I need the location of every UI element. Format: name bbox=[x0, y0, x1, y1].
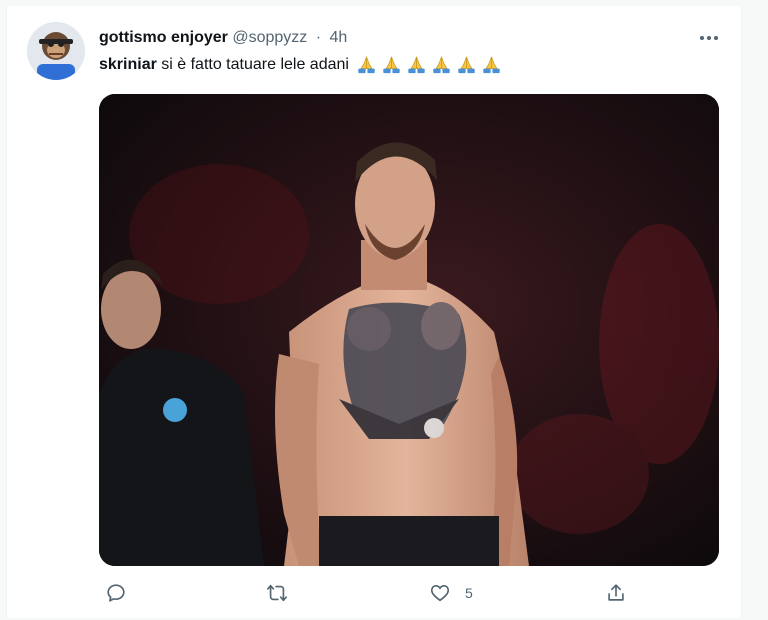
display-name[interactable]: gottismo enjoyer bbox=[99, 29, 228, 46]
emoji-row bbox=[355, 55, 505, 75]
user-handle[interactable]: @soppyzz bbox=[232, 29, 307, 46]
share-button[interactable] bbox=[605, 576, 627, 610]
tweet-text: skriniar si è fatto tatuare lele adani bbox=[99, 54, 505, 76]
dot-icon bbox=[700, 36, 704, 40]
avatar[interactable] bbox=[27, 22, 85, 80]
retweet-button[interactable] bbox=[265, 576, 289, 610]
folded-hands-icon bbox=[483, 56, 500, 74]
dot-icon bbox=[707, 36, 711, 40]
folded-hands-icon bbox=[433, 56, 450, 74]
tweet-photo[interactable] bbox=[99, 94, 719, 566]
separator-dot: · bbox=[315, 29, 322, 46]
retweet-icon bbox=[267, 584, 287, 602]
tweet-card[interactable]: gottismo enjoyer @soppyzz · 4h skriniar … bbox=[6, 6, 742, 618]
more-options-button[interactable] bbox=[695, 24, 723, 52]
tweet-actions: 5 bbox=[99, 576, 624, 610]
like-button[interactable]: 5 bbox=[429, 576, 473, 610]
folded-hands-icon bbox=[383, 56, 400, 74]
like-count: 5 bbox=[465, 585, 473, 601]
tweet-text-bold: skriniar bbox=[99, 56, 157, 73]
reply-button[interactable] bbox=[105, 576, 127, 610]
heart-icon bbox=[430, 585, 450, 602]
tweet-header: gottismo enjoyer @soppyzz · 4h bbox=[99, 28, 347, 48]
folded-hands-icon bbox=[358, 56, 375, 74]
photo-image bbox=[99, 94, 719, 566]
share-icon bbox=[608, 584, 624, 601]
reply-icon bbox=[107, 584, 125, 602]
avatar-image bbox=[27, 22, 85, 80]
folded-hands-icon bbox=[408, 56, 425, 74]
tweet-text-body: si è fatto tatuare lele adani bbox=[156, 56, 349, 73]
folded-hands-icon bbox=[458, 56, 475, 74]
timestamp[interactable]: 4h bbox=[330, 29, 348, 46]
dot-icon bbox=[714, 36, 718, 40]
